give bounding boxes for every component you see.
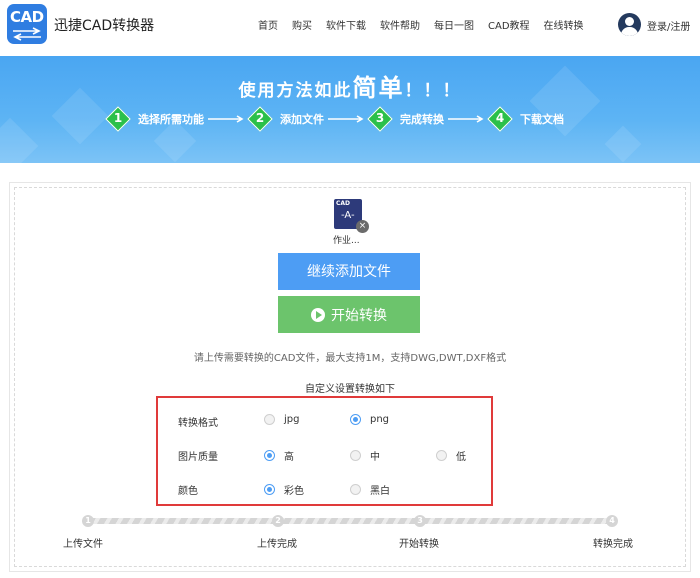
file-name: 作业... bbox=[333, 236, 360, 246]
step-label-2: 添加文件 bbox=[280, 113, 324, 126]
quality-mid-radio[interactable]: 中 bbox=[350, 448, 380, 463]
progress-bar bbox=[88, 518, 612, 524]
main-nav: 首页 购买 软件下载 软件帮助 每日一图 CAD教程 在线转换 bbox=[258, 17, 598, 32]
format-png-radio[interactable]: png bbox=[350, 414, 389, 425]
how-to-banner: 使用方法如此简单！！！ 1 选择所需功能 2 添加文件 3 完成转换 4 下载文… bbox=[0, 56, 700, 163]
color-color-radio[interactable]: 彩色 bbox=[264, 482, 304, 497]
arrow-right-icon bbox=[208, 115, 244, 123]
file-thumb-label: CAD bbox=[336, 200, 351, 207]
step-label-4: 下载文档 bbox=[520, 113, 564, 126]
progress-label-4: 转换完成 bbox=[593, 539, 633, 550]
progress-label-2: 上传完成 bbox=[257, 539, 297, 550]
banner-title-emphasis: 简单 bbox=[352, 74, 405, 102]
quality-label: 图片质量 bbox=[178, 452, 218, 463]
arrow-right-icon bbox=[448, 115, 484, 123]
progress-track: 1 2 3 4 bbox=[82, 515, 618, 527]
login-link[interactable]: 登录/注册 bbox=[647, 18, 690, 33]
arrows-icon bbox=[13, 27, 41, 41]
quality-low-radio[interactable]: 低 bbox=[436, 448, 466, 463]
user-avatar-icon[interactable] bbox=[618, 13, 641, 36]
progress-node-2: 2 bbox=[272, 515, 284, 527]
top-header: CAD 迅捷CAD转换器 首页 购买 软件下载 软件帮助 每日一图 CAD教程 … bbox=[0, 0, 700, 56]
format-label: 转换格式 bbox=[178, 418, 218, 429]
format-jpg-radio[interactable]: jpg bbox=[264, 414, 299, 425]
banner-title-part2: ！！！ bbox=[404, 81, 462, 101]
logo-text: CAD bbox=[10, 8, 44, 26]
nav-buy[interactable]: 购买 bbox=[292, 17, 312, 32]
remove-file-icon[interactable]: × bbox=[356, 220, 369, 233]
nav-tutorial[interactable]: CAD教程 bbox=[488, 17, 530, 32]
nav-help[interactable]: 软件帮助 bbox=[380, 17, 420, 32]
progress-node-4: 4 bbox=[606, 515, 618, 527]
settings-box: 转换格式 jpg png 图片质量 高 中 低 颜色 彩色 黑白 bbox=[156, 396, 493, 506]
nav-home[interactable]: 首页 bbox=[258, 17, 278, 32]
add-file-button[interactable]: 继续添加文件 bbox=[278, 253, 420, 290]
quality-high-radio[interactable]: 高 bbox=[264, 448, 294, 463]
progress-node-1: 1 bbox=[82, 515, 94, 527]
settings-title: 自定义设置转换如下 bbox=[305, 384, 395, 395]
play-icon bbox=[311, 307, 325, 322]
progress-label-3: 开始转换 bbox=[399, 539, 439, 550]
step-badge-3: 3 bbox=[367, 106, 393, 132]
step-badge-1: 1 bbox=[105, 106, 131, 132]
start-convert-button[interactable]: 开始转换 bbox=[278, 296, 420, 333]
progress-label-1: 上传文件 bbox=[63, 539, 103, 550]
step-label-1: 选择所需功能 bbox=[138, 113, 204, 126]
arrow-right-icon bbox=[328, 115, 364, 123]
step-badge-2: 2 bbox=[247, 106, 273, 132]
brand-name[interactable]: 迅捷CAD转换器 bbox=[54, 15, 154, 35]
banner-title: 使用方法如此简单！！！ bbox=[0, 68, 700, 103]
nav-online[interactable]: 在线转换 bbox=[544, 17, 584, 32]
nav-daily[interactable]: 每日一图 bbox=[434, 17, 474, 32]
step-label-3: 完成转换 bbox=[400, 113, 444, 126]
banner-title-part1: 使用方法如此 bbox=[238, 81, 353, 101]
color-label: 颜色 bbox=[178, 486, 198, 497]
nav-download[interactable]: 软件下载 bbox=[326, 17, 366, 32]
cad-logo[interactable]: CAD bbox=[7, 4, 47, 44]
step-badge-4: 4 bbox=[487, 106, 513, 132]
file-thumb-glyph: -A- bbox=[341, 210, 355, 221]
progress-node-3: 3 bbox=[414, 515, 426, 527]
banner-steps: 1 选择所需功能 2 添加文件 3 完成转换 4 下载文档 bbox=[105, 106, 564, 132]
upload-hint: 请上传需要转换的CAD文件，最大支持1M，支持DWG,DWT,DXF格式 bbox=[193, 353, 507, 364]
start-convert-label: 开始转换 bbox=[331, 306, 387, 323]
color-bw-radio[interactable]: 黑白 bbox=[350, 482, 390, 497]
